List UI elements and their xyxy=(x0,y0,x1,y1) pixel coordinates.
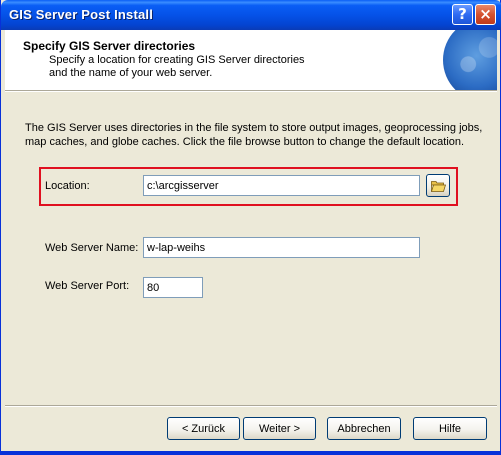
header-divider xyxy=(5,90,497,92)
help-button[interactable]: Hilfe xyxy=(413,417,487,440)
description-line-2: map caches, and globe caches. Click the … xyxy=(25,136,465,148)
back-button[interactable]: < Zurück xyxy=(167,417,240,440)
page-subtitle-line-1: Specify a location for creating GIS Serv… xyxy=(49,54,305,66)
browse-button[interactable] xyxy=(426,174,450,197)
close-button[interactable]: × xyxy=(475,4,496,25)
location-input[interactable] xyxy=(143,175,420,196)
globe-icon xyxy=(443,30,497,90)
web-server-port-input[interactable] xyxy=(143,277,203,298)
folder-open-icon xyxy=(431,181,446,192)
next-button[interactable]: Weiter > xyxy=(243,417,316,440)
web-server-name-input[interactable] xyxy=(143,237,420,258)
window-bottom-border xyxy=(1,451,501,455)
location-label: Location: xyxy=(45,180,90,192)
page-subtitle-line-2: and the name of your web server. xyxy=(49,67,213,79)
wizard-header: Specify GIS Server directories Specify a… xyxy=(5,30,497,90)
web-server-port-label: Web Server Port: xyxy=(45,280,130,292)
page-title: Specify GIS Server directories xyxy=(23,39,196,53)
install-dialog: GIS Server Post Install ? × Specify GIS … xyxy=(0,0,501,455)
cancel-button[interactable]: Abbrechen xyxy=(327,417,401,440)
page-subtitle: Specify a location for creating GIS Serv… xyxy=(49,54,409,80)
window-title: GIS Server Post Install xyxy=(9,7,154,22)
title-bar[interactable]: GIS Server Post Install ? × xyxy=(1,0,501,30)
footer-divider xyxy=(5,405,497,407)
description-line-1: The GIS Server uses directories in the f… xyxy=(25,122,483,134)
description-text: The GIS Server uses directories in the f… xyxy=(25,121,485,149)
web-server-name-label: Web Server Name: xyxy=(45,242,139,254)
help-title-button[interactable]: ? xyxy=(452,4,473,25)
